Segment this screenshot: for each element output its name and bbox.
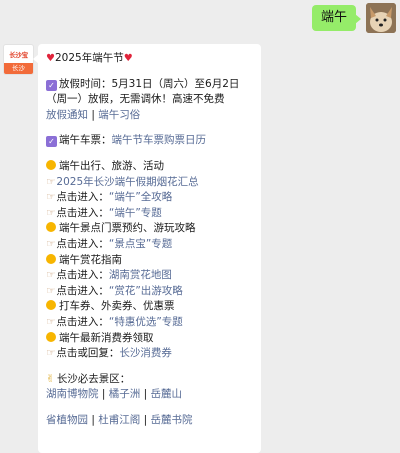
activity-item: ☞点击进入：“特惠优选”专题 — [46, 315, 257, 331]
ticket-calendar-link[interactable]: 端午节车票购票日历 — [112, 134, 207, 146]
scenic-link[interactable]: 湖南博物院 — [46, 388, 99, 400]
scenic-row-2: 省植物园 | 杜甫江阁 | 岳麓书院 — [46, 413, 257, 429]
pointing-hand-icon: ☞ — [46, 315, 56, 328]
activity-item: 端午赏花指南 — [46, 253, 257, 269]
activity-item-link[interactable]: 长沙消费券 — [119, 347, 172, 359]
yellow-circle-icon — [46, 159, 56, 170]
pointing-hand-icon: ☞ — [46, 347, 56, 360]
holiday-line: ✓ 放假时间：5月31日（周六）至6月2日（周一）放假，无需调休！高速不免费 — [46, 77, 257, 108]
activity-item-text: 端午赏花指南 — [59, 253, 122, 266]
yellow-circle-icon — [46, 300, 56, 311]
activity-item: ☞点击或回复：长沙消费券 — [46, 346, 257, 362]
activity-item: ☞点击进入：“端午”全攻略 — [46, 190, 257, 206]
activity-item-text: 点击进入： — [56, 206, 109, 219]
bot-message-bubble[interactable]: ♥2025年端午节♥ ✓ 放假时间：5月31日（周六）至6月2日（周一）放假，无需… — [33, 44, 261, 453]
separator: | — [143, 413, 148, 426]
holiday-notice-link[interactable]: 放假通知 — [46, 109, 88, 121]
holiday-text: 放假时间：5月31日（周六）至6月2日（周一）放假，无需调休！高速不免费 — [46, 77, 240, 106]
victory-hand-icon: ✌ — [46, 372, 55, 385]
message-title: 2025年端午节 — [54, 52, 124, 64]
pointing-hand-icon: ☞ — [46, 284, 56, 297]
yellow-circle-icon — [46, 331, 56, 342]
checkbox-icon: ✓ — [46, 136, 57, 148]
activity-item: ☞点击进入：“景点宝”专题 — [46, 237, 257, 253]
activity-item: ☞2025年长沙端午假期烟花汇总 — [46, 175, 257, 191]
user-message-text: 端午 — [320, 10, 347, 25]
activity-item-text: 端午出行、旅游、活动 — [59, 159, 164, 172]
heart-icon: ♥ — [123, 53, 133, 64]
activity-item-link[interactable]: “端午”全攻略 — [109, 191, 172, 203]
scenic-link[interactable]: 岳麓书院 — [150, 414, 192, 426]
bot-message-content: ♥2025年端午节♥ ✓ 放假时间：5月31日（周六）至6月2日（周一）放假，无需… — [46, 51, 257, 428]
activity-item-link[interactable]: 湖南赏花地图 — [109, 269, 172, 281]
activity-item-text: 点击进入： — [56, 315, 109, 328]
activity-item: ☞点击进入：“赏花”出游攻略 — [46, 284, 257, 300]
activity-item-text: 打车券、外卖券、优惠票 — [59, 300, 175, 313]
checkbox-icon: ✓ — [46, 79, 57, 91]
scenic-title-line: ✌ 长沙必去景区： — [46, 372, 257, 388]
pointing-hand-icon: ☞ — [46, 269, 56, 282]
activity-item: 端午景点门票预约、游玩攻略 — [46, 221, 257, 237]
pointing-hand-icon: ☞ — [46, 191, 56, 204]
customs-link[interactable]: 端午习俗 — [98, 109, 140, 121]
user-avatar[interactable] — [366, 3, 396, 33]
holiday-links: 放假通知 | 端午习俗 — [46, 108, 257, 124]
heart-icon: ♥ — [46, 53, 55, 64]
pointing-hand-icon: ☞ — [46, 175, 56, 188]
activity-item: ☞点击进入：“端午”专题 — [46, 206, 257, 222]
bot-logo-city: 长沙 — [4, 63, 33, 74]
activity-item-text: 点击进入： — [56, 284, 109, 297]
bot-avatar[interactable]: 长沙宝 长沙 — [3, 44, 34, 75]
message-title-line: ♥2025年端午节♥ — [46, 51, 257, 67]
activity-item: 端午最新消费券领取 — [46, 331, 257, 347]
user-message-bubble[interactable]: 端午 — [311, 5, 362, 31]
activity-item-link[interactable]: “端午”专题 — [109, 207, 162, 219]
scenic-link[interactable]: 杜甫江阁 — [98, 414, 140, 426]
activity-item-text: 点击进入： — [56, 191, 109, 204]
scenic-link[interactable]: 橘子洲 — [109, 388, 141, 400]
scenic-row-1: 湖南博物院 | 橘子洲 | 岳麓山 — [46, 387, 257, 403]
activity-item-text: 点击进入： — [56, 237, 109, 250]
separator: | — [91, 108, 95, 121]
yellow-circle-icon — [46, 253, 56, 264]
activity-item: ☞点击进入：湖南赏花地图 — [46, 268, 257, 284]
activity-item-text: 端午最新消费券领取 — [59, 331, 154, 344]
activity-item: 打车券、外卖券、优惠票 — [46, 299, 257, 315]
ticket-label: 端午车票： — [59, 134, 112, 147]
activity-item-text: 点击或回复： — [56, 347, 120, 360]
ticket-line: ✓ 端午车票：端午节车票购票日历 — [46, 133, 257, 149]
activity-item-text: 端午景点门票预约、游玩攻略 — [59, 222, 196, 235]
scenic-title: 长沙必去景区： — [56, 372, 131, 385]
activity-item-link[interactable]: “景点宝”专题 — [109, 238, 172, 250]
yellow-circle-icon — [46, 222, 56, 233]
bot-logo-name: 长沙宝 — [9, 51, 28, 59]
separator: | — [91, 413, 95, 426]
separator: | — [101, 388, 106, 401]
activity-item-link[interactable]: 2025年长沙端午假期烟花汇总 — [56, 176, 198, 188]
activity-list: 端午出行、旅游、活动 ☞2025年长沙端午假期烟花汇总 ☞点击进入：“端午”全攻略 ☞… — [46, 159, 257, 362]
scenic-link[interactable]: 岳麓山 — [150, 388, 182, 400]
activity-item-link[interactable]: “特惠优选”专题 — [109, 316, 183, 328]
separator: | — [143, 388, 148, 401]
activity-item-link[interactable]: “赏花”出游攻略 — [109, 285, 183, 297]
activity-item-text: 点击进入： — [56, 269, 109, 282]
activity-item: 端午出行、旅游、活动 — [46, 159, 257, 175]
dog-avatar-icon — [366, 3, 396, 33]
scenic-link[interactable]: 省植物园 — [46, 414, 88, 426]
pointing-hand-icon: ☞ — [46, 206, 56, 219]
pointing-hand-icon: ☞ — [46, 237, 56, 250]
